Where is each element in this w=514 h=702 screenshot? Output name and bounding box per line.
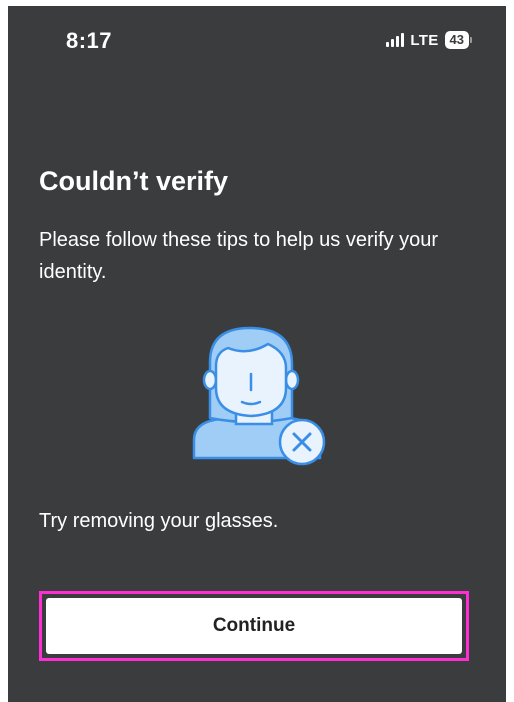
continue-button[interactable]: Continue — [46, 598, 462, 654]
status-time: 8:17 — [66, 28, 113, 53]
page-title: Couldn’t verify — [39, 166, 229, 196]
screen: 8:17 LTE 43 Couldn’t verify Please follo… — [8, 6, 506, 702]
status-indicators: LTE 43 — [386, 30, 472, 50]
network-type: LTE — [410, 31, 439, 49]
face-not-verified-icon — [192, 326, 326, 466]
signal-bars-icon — [386, 33, 405, 47]
tip-text: Try removing your glasses. — [39, 510, 279, 532]
page-subtitle: Please follow these tips to help us veri… — [39, 229, 439, 283]
battery-icon: 43 — [444, 31, 472, 49]
continue-button-focus: Continue — [39, 591, 469, 661]
battery-level: 43 — [444, 31, 469, 49]
